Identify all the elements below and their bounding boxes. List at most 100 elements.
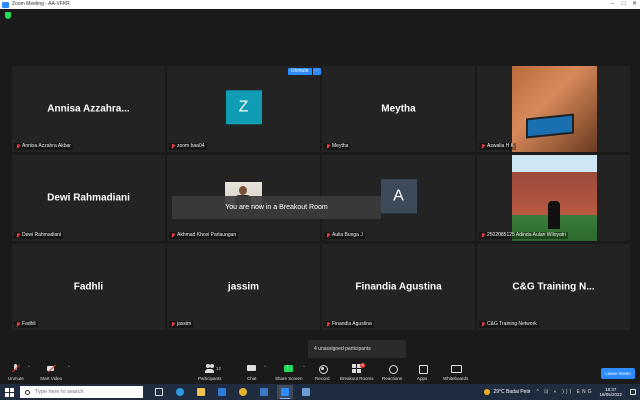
participant-display-name: jassim <box>227 281 260 293</box>
reactions-button[interactable]: Reactions <box>382 364 402 381</box>
chat-button[interactable]: Chat <box>247 364 257 381</box>
participant-tile[interactable]: Dewi Rahmadiani Dewi Rahmadiani <box>12 155 165 241</box>
participant-label: Dewi Rahmadiani <box>14 232 64 239</box>
unmute-participant-button[interactable]: Unmute <box>288 68 312 75</box>
participant-label: Finandia Agustina <box>324 321 374 328</box>
more-options-button[interactable]: ··· <box>312 68 321 75</box>
participant-display-name: Dewi Rahmadiani <box>47 192 130 204</box>
person-head <box>239 186 247 195</box>
participants-icon <box>205 364 215 373</box>
maximize-icon[interactable]: □ <box>618 0 629 9</box>
breakout-rooms-label: Breakout Rooms <box>340 376 374 381</box>
chat-options-caret-icon[interactable]: ^ <box>264 364 266 369</box>
breakout-rooms-button[interactable]: 4 Breakout Rooms <box>340 363 374 381</box>
participant-label: zoom baa04 <box>169 143 207 150</box>
participant-tile[interactable]: 2502085125 Adinda Aulan Wiloyatri <box>477 155 630 241</box>
participant-display-name: Annisa Azzahra... <box>47 103 130 115</box>
onedrive-icon[interactable] <box>298 385 314 399</box>
task-view-icon[interactable] <box>151 385 167 399</box>
participant-display-name: C&G Training N... <box>512 281 595 293</box>
mic-muted-icon <box>11 364 20 373</box>
participant-name: jassim <box>177 321 192 327</box>
clock-date: 18/05/2022 <box>599 392 622 397</box>
windows-taskbar: 29°C Badai Petir ^ ⊡ ◐ ))) ENG 18:37 18/… <box>0 384 640 400</box>
unmute-button[interactable]: Unmute <box>8 364 24 381</box>
edge-icon[interactable] <box>172 385 188 399</box>
mic-muted-icon <box>171 322 175 327</box>
window-title: Zoom Meeting - AA-VFKR <box>12 1 70 7</box>
mic-muted-icon <box>481 144 485 149</box>
audio-options-caret-icon[interactable]: ^ <box>28 364 30 369</box>
participant-tile[interactable]: Z zoom baa04 <box>167 66 320 152</box>
participant-tile[interactable]: Annisa Azzahra... Annisa Azzahra Akbar <box>12 66 165 152</box>
participant-name: C&G Training Network <box>487 321 537 327</box>
whiteboards-button[interactable]: Whiteboards <box>443 364 468 381</box>
avatar: A <box>380 179 417 214</box>
start-video-button[interactable]: Start Video <box>40 364 62 381</box>
video-options-caret-icon[interactable]: ^ <box>68 364 70 369</box>
mic-muted-icon <box>481 322 485 327</box>
record-button[interactable]: Record <box>315 364 330 381</box>
reactions-label: Reactions <box>382 376 403 381</box>
mic-muted-icon <box>16 144 20 149</box>
apps-button[interactable]: Apps <box>417 364 428 381</box>
mic-muted-icon <box>326 144 330 149</box>
taskbar-search-input[interactable] <box>35 389 135 395</box>
participant-label: Annisa Azzahra Akbar <box>14 143 73 150</box>
mic-muted-icon <box>481 233 485 238</box>
record-label: Record <box>315 376 330 381</box>
weather-icon <box>484 389 491 395</box>
notification-icon[interactable] <box>630 389 636 395</box>
minimize-icon[interactable]: – <box>607 0 618 9</box>
participant-name: Aulia Bunga J <box>332 232 363 238</box>
participant-tile[interactable]: jassim jassim <box>167 244 320 330</box>
chrome-icon[interactable] <box>235 385 251 399</box>
mail-icon[interactable] <box>214 385 230 399</box>
participant-label: C&G Training Network <box>479 321 539 328</box>
close-icon[interactable]: ✕ <box>629 0 640 9</box>
participant-tile[interactable]: Fadhli Fadhli <box>12 244 165 330</box>
laptop-screen <box>526 113 574 139</box>
zoom-taskbar-icon[interactable] <box>277 385 293 399</box>
mic-muted-icon <box>16 233 20 238</box>
participants-label: Participants <box>198 376 222 381</box>
search-icon <box>25 389 30 395</box>
taskbar-clock[interactable]: 18:37 18/05/2022 <box>599 387 622 397</box>
participant-label: Aulia Bunga J <box>324 232 365 239</box>
record-icon <box>318 364 328 374</box>
participant-tile[interactable]: Meytha Meytha <box>322 66 475 152</box>
reactions-icon <box>388 364 398 374</box>
participant-tile[interactable]: Aswalia H K <box>477 66 630 152</box>
avatar: Z <box>225 90 262 125</box>
participant-label: 2502085125 Adinda Aulan Wiloyatri <box>479 232 568 239</box>
leave-room-button[interactable]: Leave Room <box>601 368 635 379</box>
share-options-caret-icon[interactable]: ^ <box>303 364 305 369</box>
participant-name: 2502085125 Adinda Aulan Wiloyatri <box>487 232 566 238</box>
unassigned-participants-banner[interactable]: 4 unassigned participants <box>308 340 406 358</box>
participant-name: zoom baa04 <box>177 143 205 149</box>
tray-icons[interactable]: ^ ⊡ ◐ ))) ENG <box>537 389 594 395</box>
participant-label: Fadhli <box>14 321 38 328</box>
breakout-toast: You are now in a Breakout Room <box>172 196 381 219</box>
participant-tile[interactable]: Finandia Agustina Finandia Agustina <box>322 244 475 330</box>
weather-text[interactable]: 29°C Badai Petir <box>493 389 530 395</box>
participant-label: Akhmad Khosi Parlaungan <box>169 232 239 239</box>
participant-name: Aswalia H K <box>487 143 514 149</box>
taskbar-search[interactable] <box>20 386 143 398</box>
participant-name: Finandia Agustina <box>332 321 372 327</box>
breakout-badge: 4 <box>360 363 366 368</box>
encryption-shield-icon[interactable] <box>5 12 11 19</box>
breakout-rooms-icon: 4 <box>352 363 366 373</box>
participant-tile[interactable]: C&G Training N... C&G Training Network <box>477 244 630 330</box>
participant-display-name: Meytha <box>381 103 416 115</box>
share-screen-button[interactable]: Share Screen <box>275 364 303 381</box>
participant-name: Fadhli <box>22 321 36 327</box>
chat-label: Chat <box>247 376 257 381</box>
whiteboards-label: Whiteboards <box>443 376 469 381</box>
participant-label: jassim <box>169 321 194 328</box>
participant-video <box>512 66 597 152</box>
windows-start-icon[interactable] <box>5 387 14 397</box>
mic-muted-icon <box>171 144 175 149</box>
file-explorer-icon[interactable] <box>193 385 209 399</box>
store-icon[interactable] <box>256 385 272 399</box>
